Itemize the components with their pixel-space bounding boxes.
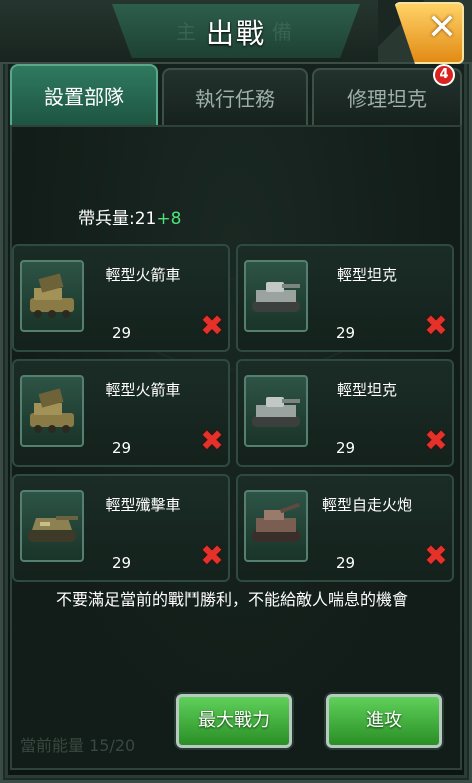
unit-slot[interactable]: 輕型殲擊車 29 ✖ [12, 474, 230, 582]
troop-capacity: 帶兵量:21+8 [78, 204, 181, 229]
unit-name: 輕型自走火炮 [321, 496, 412, 514]
tab-execute-mission[interactable]: 執行任務 [162, 68, 308, 126]
tip-quote: 不要滿足當前的戰鬥勝利，不能給敵人喘息的機會 [56, 590, 409, 609]
unit-name: 輕型殲擊車 [105, 496, 181, 514]
max-power-button[interactable]: 最大戰力 [176, 694, 292, 748]
unit-slot[interactable]: 輕型自走火炮 29 ✖ [236, 474, 454, 582]
close-icon[interactable]: ✕ [422, 8, 462, 48]
remove-unit-icon[interactable]: ✖ [422, 427, 450, 455]
rocket-truck-icon [20, 375, 84, 447]
unit-count: 29 [336, 324, 356, 342]
unit-name: 輕型火箭車 [105, 381, 181, 399]
remove-unit-icon[interactable]: ✖ [198, 312, 226, 340]
light-tank-icon [244, 375, 308, 447]
remove-unit-icon[interactable]: ✖ [422, 312, 450, 340]
unit-slot[interactable]: 輕型坦克 29 ✖ [236, 359, 454, 467]
self-propelled-gun-icon [244, 490, 308, 562]
unit-count: 29 [336, 554, 356, 572]
capacity-label: 帶兵量:21 [78, 209, 157, 229]
attack-button[interactable]: 進攻 [326, 694, 442, 748]
unit-name: 輕型坦克 [336, 381, 397, 399]
unit-count: 29 [112, 439, 132, 457]
repair-notification-badge: 4 [433, 64, 455, 86]
unit-count: 29 [112, 324, 132, 342]
capacity-bonus: +8 [156, 209, 182, 229]
tab-deploy-troops[interactable]: 設置部隊 [10, 64, 158, 126]
unit-name: 輕型火箭車 [105, 266, 181, 284]
unit-name: 輕型坦克 [336, 266, 397, 284]
unit-slot[interactable]: 輕型火箭車 29 ✖ [12, 244, 230, 352]
unit-count: 29 [112, 554, 132, 572]
tab-bar: 設置部隊 執行任務 修理坦克 [10, 64, 462, 126]
remove-unit-icon[interactable]: ✖ [198, 427, 226, 455]
energy-readout: 當前能量 15/20 [20, 736, 136, 755]
unit-slot[interactable]: 輕型火箭車 29 ✖ [12, 359, 230, 467]
tank-destroyer-icon [20, 490, 84, 562]
remove-unit-icon[interactable]: ✖ [198, 542, 226, 570]
unit-count: 29 [336, 439, 356, 457]
light-tank-icon [244, 260, 308, 332]
rocket-truck-icon [20, 260, 84, 332]
remove-unit-icon[interactable]: ✖ [422, 542, 450, 570]
unit-slot[interactable]: 輕型坦克 29 ✖ [236, 244, 454, 352]
